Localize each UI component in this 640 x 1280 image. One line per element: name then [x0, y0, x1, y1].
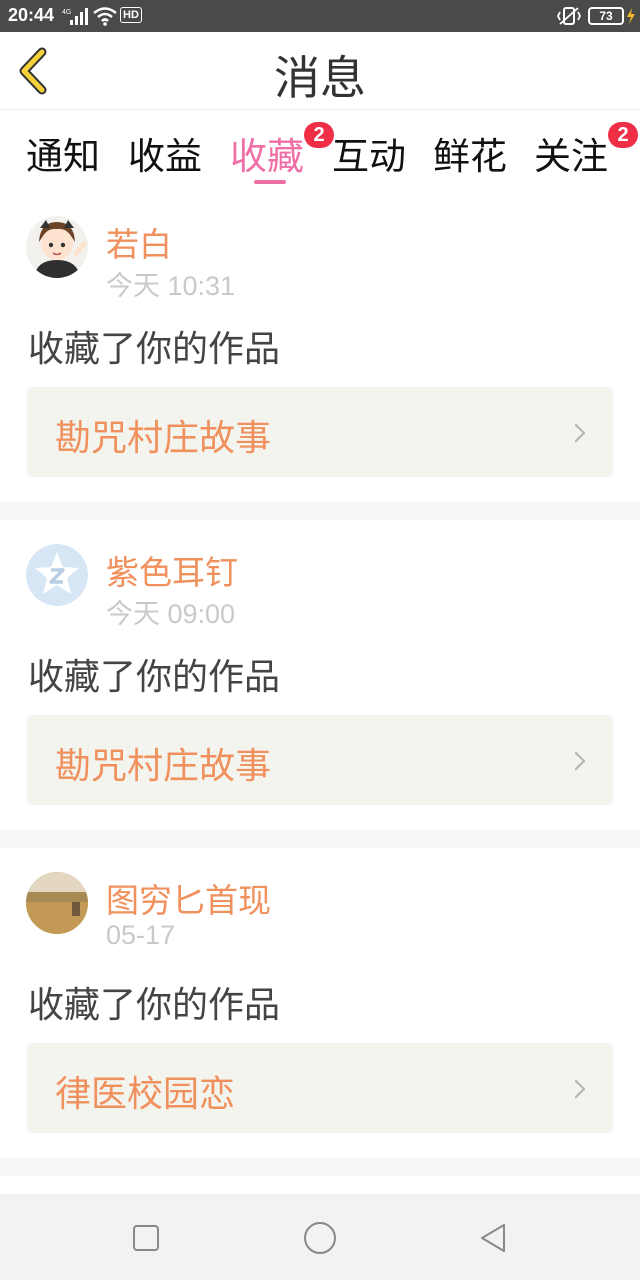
- avatar-default-icon: [26, 544, 88, 606]
- avatar-cartoon-image: [26, 216, 88, 278]
- network-type-label: 4G: [62, 9, 71, 16]
- wifi-icon: [93, 7, 117, 26]
- active-tab-indicator: [254, 180, 286, 184]
- avatar[interactable]: [26, 544, 88, 606]
- work-link[interactable]: 勘咒村庄故事: [27, 387, 613, 477]
- username[interactable]: 图穷匕首现: [106, 874, 271, 922]
- tab-label: 通知: [26, 135, 100, 178]
- page-title: 消息: [274, 51, 366, 105]
- unread-badge: 2: [608, 122, 638, 148]
- status-bar: 20:44 4G HD 73: [0, 0, 640, 32]
- circle-icon[interactable]: [302, 1220, 338, 1256]
- tab-follows[interactable]: 关注 2: [534, 122, 638, 180]
- tab-flowers[interactable]: 鲜花: [433, 126, 507, 180]
- tab-interactions[interactable]: 互动: [332, 126, 406, 180]
- square-icon[interactable]: [128, 1220, 164, 1256]
- avatar[interactable]: [26, 872, 88, 934]
- work-link[interactable]: 律医校园恋: [27, 1043, 613, 1133]
- charging-icon: [627, 8, 635, 24]
- message-card-partial: [0, 1176, 640, 1194]
- work-link[interactable]: 勘咒村庄故事: [27, 715, 613, 805]
- message-time: 05-17: [106, 920, 176, 950]
- triangle-back-icon[interactable]: [476, 1220, 512, 1256]
- chevron-right-icon: [574, 751, 586, 771]
- vibrate-icon: [556, 7, 582, 25]
- action-text: 收藏了你的作品: [28, 329, 281, 370]
- tab-bar: 通知 收益 收藏 2 互动 鲜花 关注 2: [0, 110, 640, 192]
- tab-label: 互动: [332, 135, 406, 178]
- avatar-landscape-image: [26, 872, 88, 934]
- message-time: 今天 09:00: [106, 599, 236, 629]
- work-title: 律医校园恋: [55, 1074, 236, 1115]
- username[interactable]: 若白: [106, 218, 172, 266]
- tab-earnings[interactable]: 收益: [128, 126, 202, 180]
- tab-label: 关注: [534, 135, 608, 178]
- tab-favorites[interactable]: 收藏 2: [230, 122, 334, 180]
- message-card: 紫色耳钉 今天 09:00 收藏了你的作品 勘咒村庄故事: [0, 520, 640, 830]
- action-text: 收藏了你的作品: [28, 657, 281, 698]
- status-time: 20:44: [8, 5, 55, 25]
- message-card: 图穷匕首现 05-17 收藏了你的作品 律医校园恋: [0, 848, 640, 1158]
- system-nav-bar: [0, 1194, 640, 1280]
- message-time: 今天 10:31: [106, 271, 236, 301]
- work-title: 勘咒村庄故事: [55, 746, 272, 787]
- battery-indicator: 73: [588, 7, 624, 25]
- message-card: 若白 今天 10:31 收藏了你的作品 勘咒村庄故事: [0, 192, 640, 502]
- tab-label: 收益: [128, 135, 202, 178]
- tab-label: 鲜花: [433, 135, 507, 178]
- username[interactable]: 紫色耳钉: [106, 546, 238, 594]
- chevron-right-icon: [574, 423, 586, 443]
- tab-notifications[interactable]: 通知: [26, 126, 100, 180]
- tab-label: 收藏: [230, 135, 304, 178]
- header: 消息: [0, 32, 640, 110]
- avatar[interactable]: [26, 216, 88, 278]
- signal-icon: 4G: [62, 8, 88, 25]
- unread-badge: 2: [304, 122, 334, 148]
- work-title: 勘咒村庄故事: [55, 418, 272, 459]
- action-text: 收藏了你的作品: [28, 985, 281, 1026]
- hd-badge: HD: [120, 7, 142, 23]
- chevron-right-icon: [574, 1079, 586, 1099]
